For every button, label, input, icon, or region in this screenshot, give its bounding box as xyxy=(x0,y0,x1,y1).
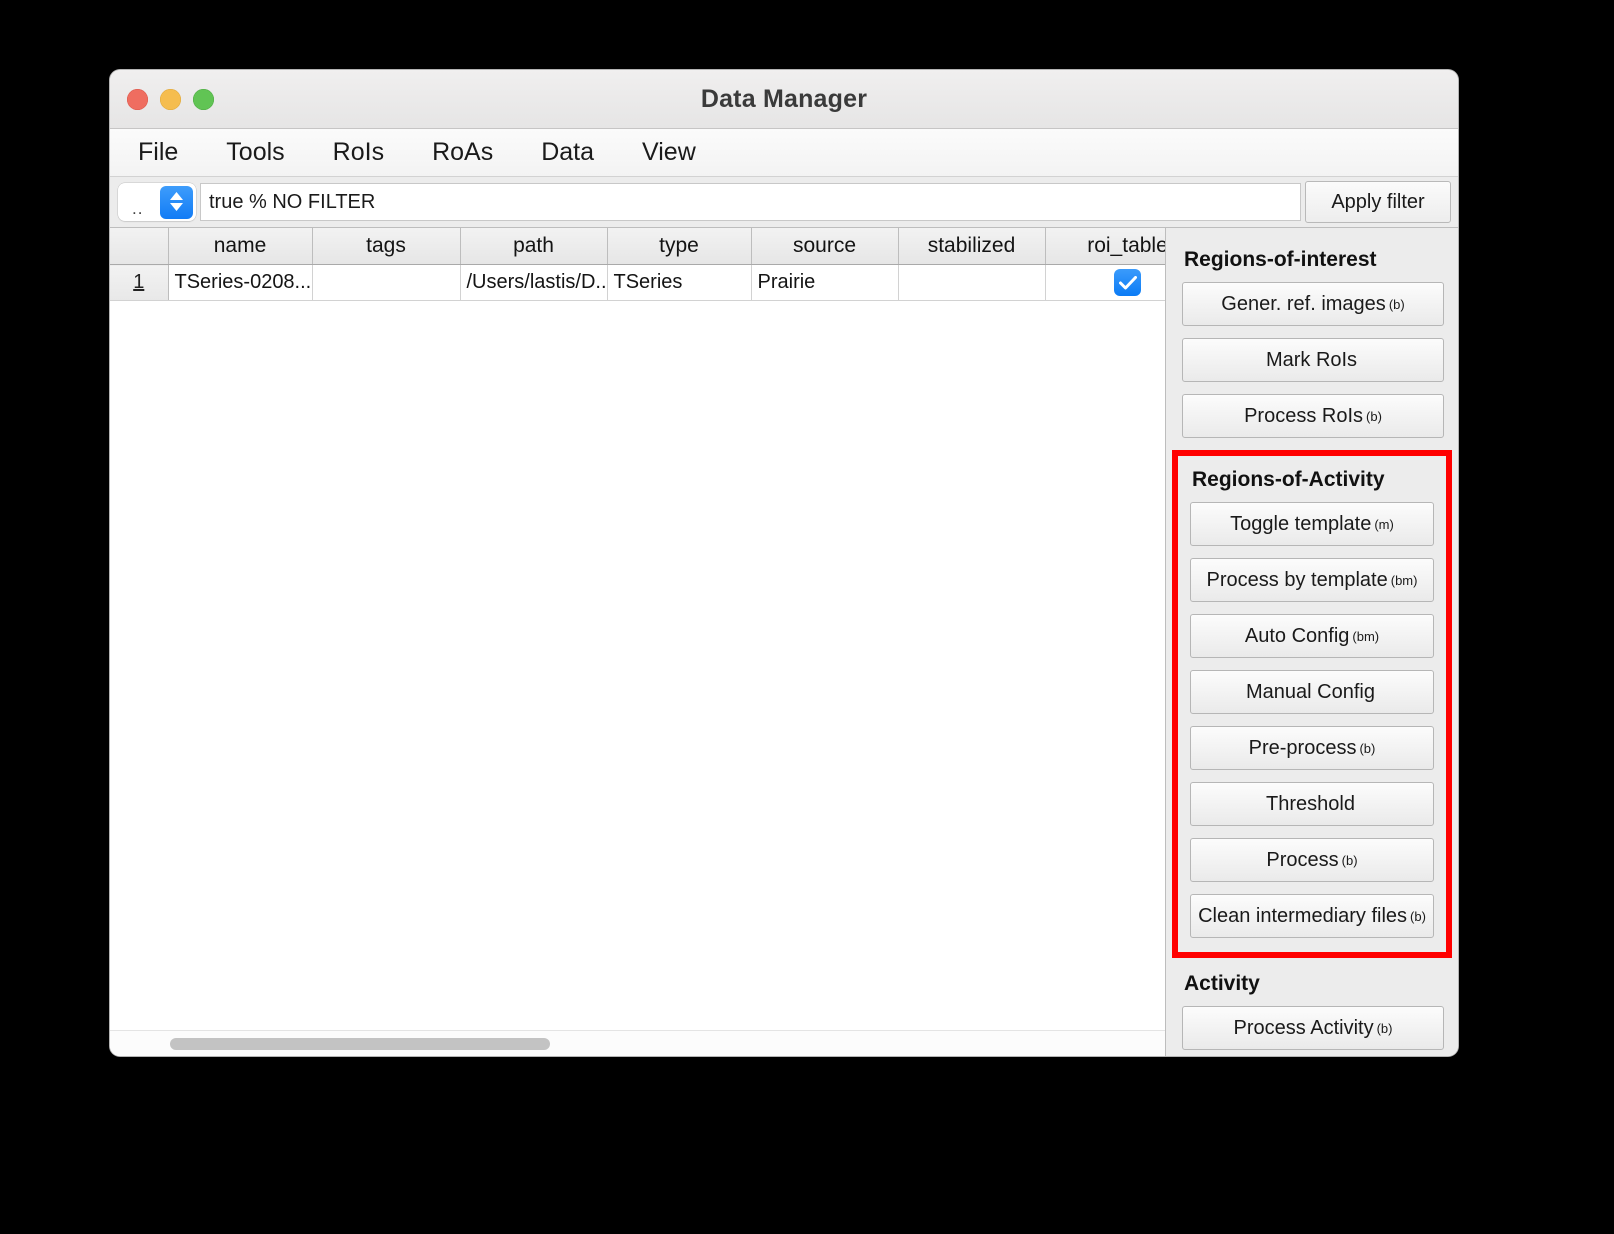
table-empty-area xyxy=(110,301,1165,1030)
data-table: name tags path type source stabilized ro… xyxy=(110,228,1165,301)
regions-of-activity-group-highlighted: Regions-of-Activity Toggle template (m) … xyxy=(1172,450,1452,958)
button-label: Pre-process xyxy=(1248,736,1357,759)
button-label: Process RoIs xyxy=(1244,404,1364,427)
button-label: Manual Config xyxy=(1246,680,1375,703)
toggle-template-button[interactable]: Toggle template (m) xyxy=(1190,502,1434,546)
menu-view[interactable]: View xyxy=(636,136,702,169)
screen: Data Manager File Tools RoIs RoAs Data V… xyxy=(0,0,1614,1234)
auto-config-button[interactable]: Auto Config (bm) xyxy=(1190,614,1434,658)
column-header-source[interactable]: source xyxy=(751,228,899,265)
row-index: 1 xyxy=(110,264,169,301)
data-manager-window: Data Manager File Tools RoIs RoAs Data V… xyxy=(110,70,1458,1056)
button-label: Gener. ref. images xyxy=(1221,292,1386,315)
data-table-panel: name tags path type source stabilized ro… xyxy=(110,227,1166,1056)
button-label: Mark RoIs xyxy=(1265,348,1358,371)
button-label: Process xyxy=(1266,848,1339,871)
mark-rois-button[interactable]: Mark RoIs xyxy=(1182,338,1444,382)
column-header-path[interactable]: path xyxy=(460,228,608,265)
traffic-light-group xyxy=(127,88,214,110)
process-rois-button[interactable]: Process RoIs (b) xyxy=(1182,394,1444,438)
apply-filter-button[interactable]: Apply filter xyxy=(1305,181,1451,223)
stepper-value: .. xyxy=(132,199,144,218)
menu-tools[interactable]: Tools xyxy=(220,136,290,169)
button-label: Process by template xyxy=(1206,568,1388,591)
column-header-corner[interactable] xyxy=(110,228,169,265)
regions-of-interest-group: Regions-of-interest Gener. ref. images (… xyxy=(1182,248,1444,438)
threshold-button[interactable]: Threshold xyxy=(1190,782,1434,826)
menubar: File Tools RoIs RoAs Data View xyxy=(110,129,1458,177)
stepper-arrows-icon[interactable] xyxy=(160,185,193,219)
minimize-icon[interactable] xyxy=(160,88,181,110)
roi-table-checkbox-checked[interactable] xyxy=(1114,269,1141,296)
window-titlebar: Data Manager xyxy=(110,70,1458,129)
column-header-roi-table[interactable]: roi_table xyxy=(1045,228,1165,265)
filter-toolbar: .. true % NO FILTER Apply filter xyxy=(110,177,1458,227)
process-by-template-button[interactable]: Process by template (bm) xyxy=(1190,558,1434,602)
gener-ref-images-button[interactable]: Gener. ref. images (b) xyxy=(1182,282,1444,326)
column-header-tags[interactable]: tags xyxy=(312,228,461,265)
clean-intermediary-files-button[interactable]: Clean intermediary files (b) xyxy=(1190,894,1434,938)
window-title: Data Manager xyxy=(700,84,868,113)
button-shortcut: (b) xyxy=(1410,908,1426,924)
button-label: Toggle template xyxy=(1230,512,1372,535)
button-shortcut: (b) xyxy=(1366,408,1382,424)
process-button[interactable]: Process (b) xyxy=(1190,838,1434,882)
zoom-icon[interactable] xyxy=(193,88,214,110)
regions-of-activity-title: Regions-of-Activity xyxy=(1192,468,1385,491)
button-shortcut: (m) xyxy=(1374,516,1394,532)
filter-stepper[interactable]: .. xyxy=(118,183,196,221)
cell-roi-table[interactable] xyxy=(1045,264,1165,301)
right-panel: Regions-of-interest Gener. ref. images (… xyxy=(1166,227,1458,1056)
window-body: name tags path type source stabilized ro… xyxy=(110,227,1458,1056)
cell-stabilized xyxy=(898,264,1046,301)
manual-config-button[interactable]: Manual Config xyxy=(1190,670,1434,714)
menu-rois[interactable]: RoIs xyxy=(327,136,390,169)
regions-of-interest-title: Regions-of-interest xyxy=(1184,248,1377,271)
cell-source: Prairie xyxy=(751,264,899,301)
column-header-name[interactable]: name xyxy=(168,228,313,265)
menu-data[interactable]: Data xyxy=(535,136,600,169)
column-header-stabilized[interactable]: stabilized xyxy=(898,228,1046,265)
scrollbar-thumb[interactable] xyxy=(170,1037,550,1050)
button-shortcut: (b) xyxy=(1376,1020,1393,1036)
cell-path: /Users/lastis/D... xyxy=(460,264,608,301)
cell-type: TSeries xyxy=(607,264,752,301)
activity-group: Activity Process Activity (b) xyxy=(1182,972,1444,1050)
table-horizontal-scrollbar[interactable] xyxy=(110,1030,1165,1056)
button-label: Threshold xyxy=(1266,792,1355,815)
cell-name: TSeries-0208... xyxy=(168,264,313,301)
button-shortcut: (b) xyxy=(1341,852,1358,868)
table-row[interactable]: 1 TSeries-0208... /Users/lastis/D... TSe… xyxy=(110,264,1165,301)
close-icon[interactable] xyxy=(127,88,148,110)
button-shortcut: (b) xyxy=(1359,740,1376,756)
button-label: Auto Config xyxy=(1244,624,1350,647)
process-activity-button[interactable]: Process Activity (b) xyxy=(1182,1006,1444,1050)
column-header-type[interactable]: type xyxy=(607,228,752,265)
button-shortcut: (b) xyxy=(1388,296,1405,312)
button-label: Clean intermediary files xyxy=(1198,904,1408,927)
activity-title: Activity xyxy=(1184,972,1260,995)
cell-tags xyxy=(312,264,461,301)
menu-roas[interactable]: RoAs xyxy=(426,136,499,169)
button-label: Process Activity xyxy=(1233,1016,1374,1039)
menu-file[interactable]: File xyxy=(132,136,184,169)
button-shortcut: (bm) xyxy=(1390,572,1418,588)
table-header-row: name tags path type source stabilized ro… xyxy=(110,228,1165,265)
filter-input[interactable]: true % NO FILTER xyxy=(200,183,1301,221)
pre-process-button[interactable]: Pre-process (b) xyxy=(1190,726,1434,770)
button-shortcut: (bm) xyxy=(1352,628,1380,644)
